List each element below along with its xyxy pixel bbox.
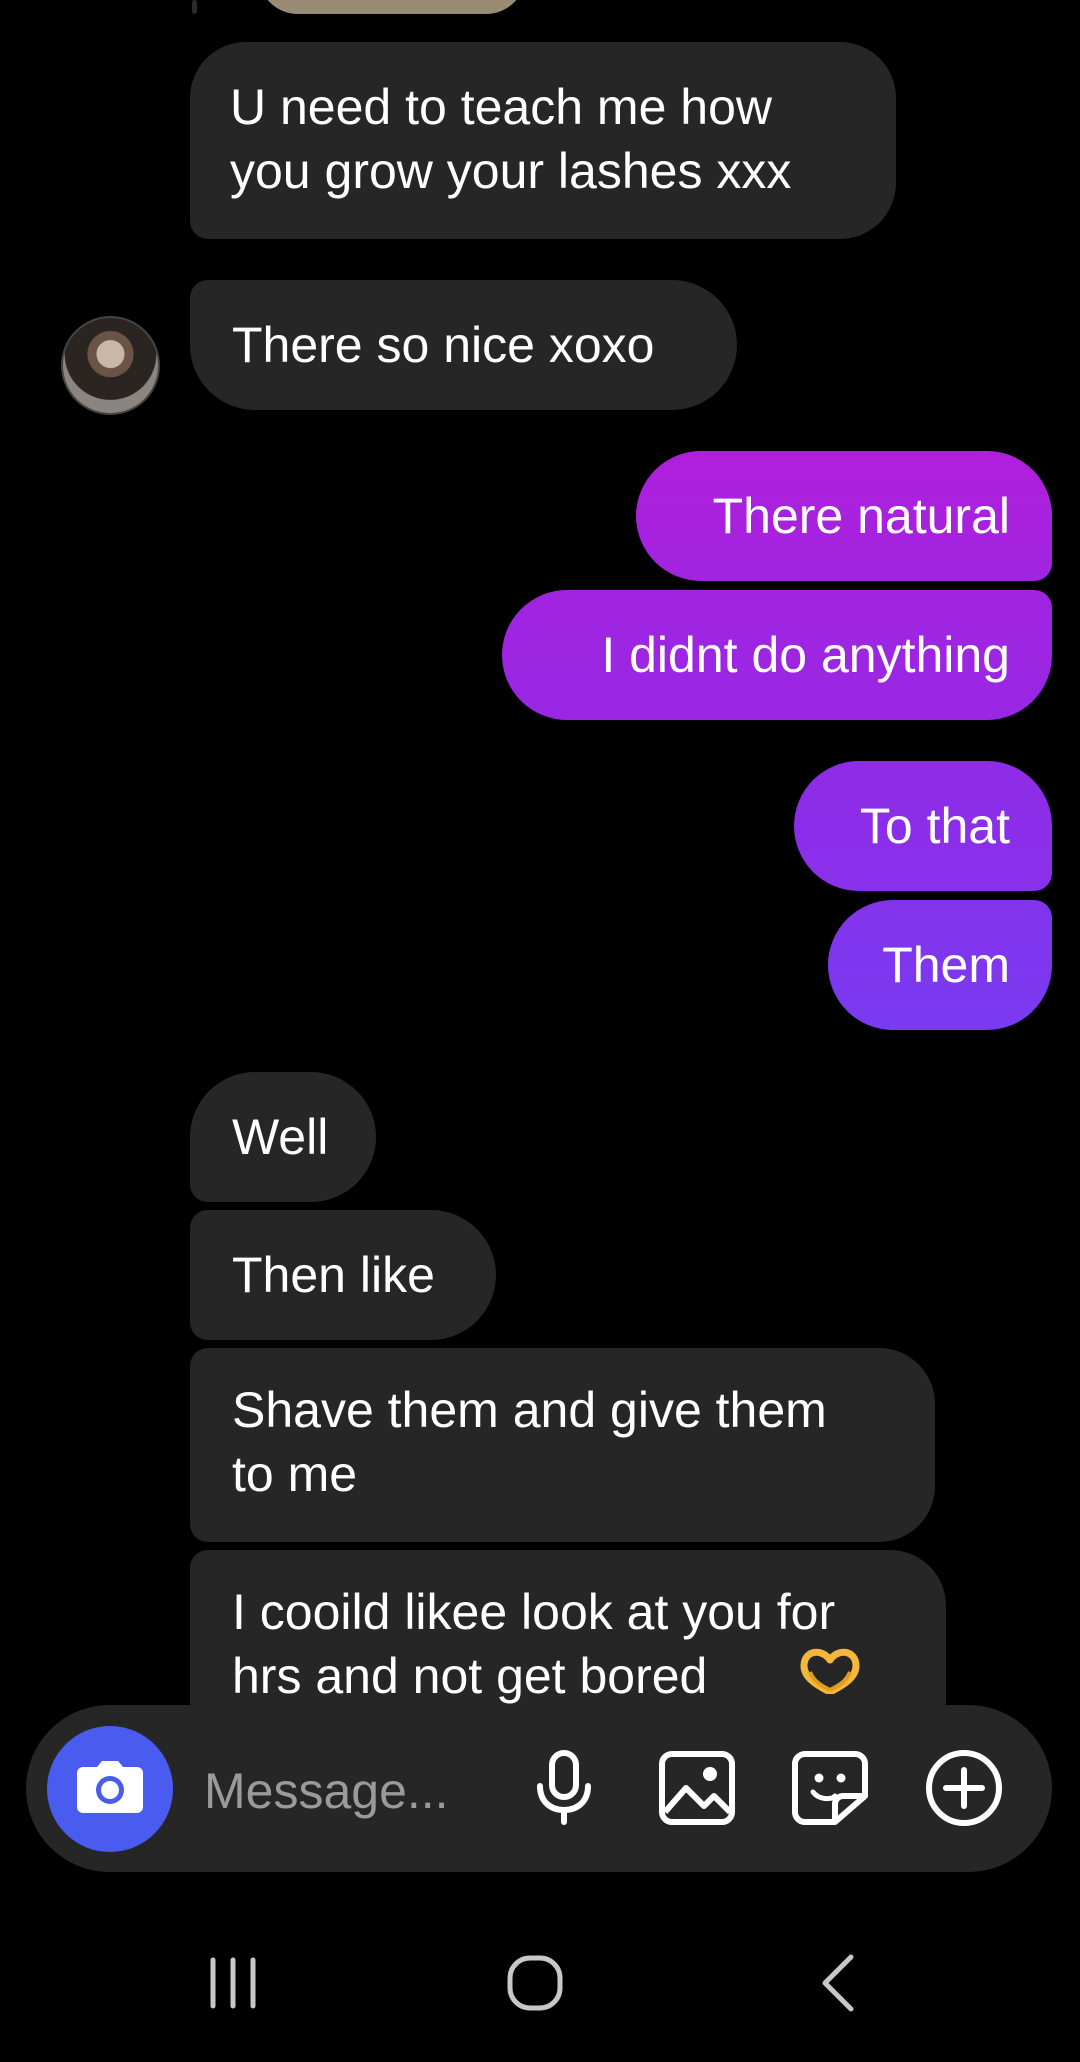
back-icon <box>817 1953 861 2018</box>
sticker-icon <box>791 1750 869 1831</box>
message-thread[interactable]: U need to teach me how you grow your las… <box>0 0 1080 1705</box>
message-text: U need to teach me how you grow your las… <box>230 79 792 199</box>
recent-apps-icon <box>205 1956 261 2015</box>
more-options-button[interactable] <box>922 1748 1006 1832</box>
message-bubble-incoming[interactable]: Well <box>190 1072 376 1202</box>
message-composer <box>26 1705 1052 1872</box>
message-text: Shave them and give them to me <box>232 1382 827 1502</box>
message-text: Them <box>882 937 1010 993</box>
plus-circle-icon <box>924 1748 1004 1833</box>
camera-button[interactable] <box>47 1726 173 1852</box>
home-button[interactable] <box>485 1945 585 2025</box>
message-text: I cooild likee look at you for hrs and n… <box>232 1584 836 1704</box>
message-text: Well <box>232 1109 329 1165</box>
previous-media-edge[interactable] <box>258 0 526 14</box>
message-bubble-incoming[interactable]: Shave them and give them to me <box>190 1348 935 1542</box>
gallery-button[interactable] <box>655 1748 739 1832</box>
message-input[interactable] <box>202 1755 506 1827</box>
message-bubble-outgoing[interactable]: I didnt do anything <box>502 590 1052 720</box>
microphone-icon <box>532 1749 596 1831</box>
microphone-button[interactable] <box>522 1748 606 1832</box>
message-text: There so nice xoxo <box>232 317 655 373</box>
camera-icon <box>75 1759 145 1820</box>
avatar[interactable] <box>61 316 160 415</box>
message-bubble-incoming[interactable]: Then like <box>190 1210 496 1340</box>
message-bubble-outgoing[interactable]: To that <box>794 761 1052 891</box>
recent-apps-button[interactable] <box>183 1945 283 2025</box>
sticker-button[interactable] <box>788 1748 872 1832</box>
message-bubble-incoming[interactable]: There so nice xoxo <box>190 280 737 410</box>
message-text: To that <box>859 798 1010 854</box>
back-button[interactable] <box>789 1945 889 2025</box>
heart-hands-emoji <box>798 1645 862 1705</box>
message-text: I didnt do anything <box>601 627 1010 683</box>
message-text: Then like <box>232 1247 435 1303</box>
thread-connector <box>192 0 197 14</box>
message-bubble-incoming[interactable]: U need to teach me how you grow your las… <box>190 42 896 239</box>
message-bubble-outgoing[interactable]: Them <box>828 900 1052 1030</box>
image-icon <box>658 1750 736 1831</box>
message-bubble-incoming[interactable]: I cooild likee look at you for hrs and n… <box>190 1550 946 1705</box>
home-icon <box>505 1953 565 2018</box>
system-navigation-bar <box>0 1905 1080 2062</box>
message-text: There natural <box>712 488 1010 544</box>
message-bubble-outgoing[interactable]: There natural <box>636 451 1052 581</box>
